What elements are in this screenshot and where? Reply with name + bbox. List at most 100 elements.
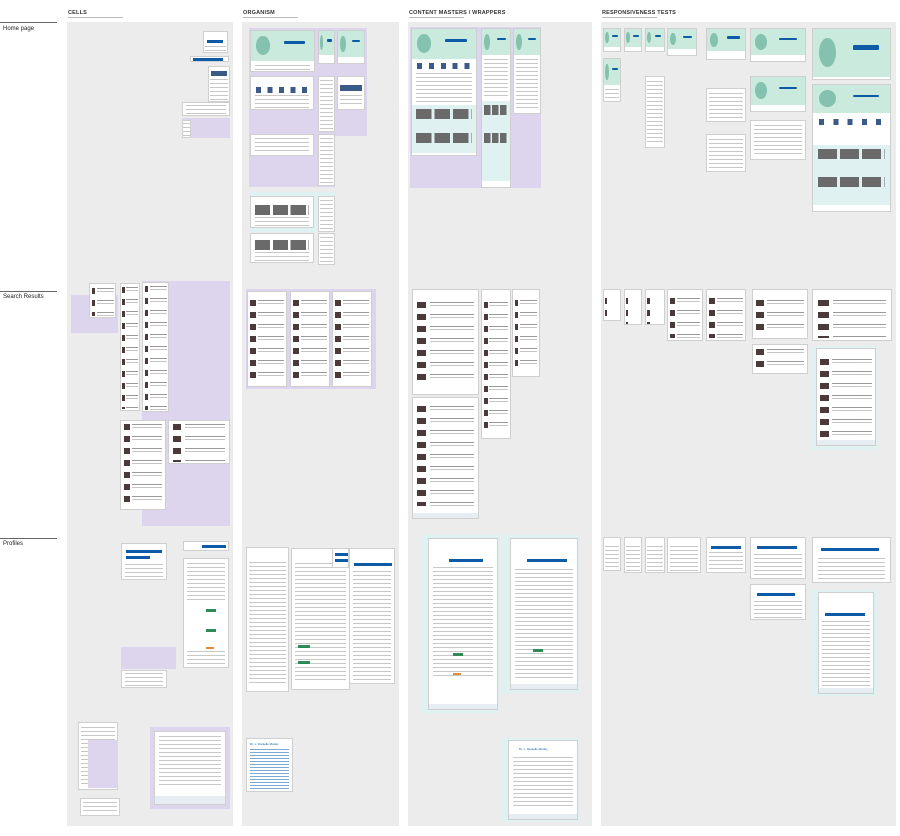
resp-frame-home[interactable] xyxy=(667,28,697,56)
column-underline xyxy=(68,17,123,18)
row-label-search-results: Search Results xyxy=(3,294,44,300)
cell-frame[interactable] xyxy=(168,420,230,464)
organism-frame-results[interactable] xyxy=(247,291,287,387)
cell-frame[interactable] xyxy=(203,31,228,53)
profile-name: Dr. L. Danielle Marley xyxy=(519,747,548,751)
organism-frame-hero[interactable] xyxy=(250,30,315,72)
organism-frame-cars-2[interactable] xyxy=(250,233,314,263)
resp-frame-search[interactable] xyxy=(752,289,808,339)
resp-frame-profile[interactable] xyxy=(812,537,891,583)
column-title-content-masters: CONTENT MASTERS / WRAPPERS xyxy=(409,10,506,16)
content-frame-home-mobile[interactable] xyxy=(481,28,511,188)
resp-frame-home-desktop[interactable] xyxy=(812,84,891,212)
resp-frame-search[interactable] xyxy=(706,289,746,341)
cell-frame[interactable] xyxy=(182,102,230,116)
resp-frame-menu[interactable] xyxy=(645,76,665,148)
cell-frame[interactable] xyxy=(183,541,229,551)
content-frame-home-tablet[interactable] xyxy=(513,28,541,114)
resp-frame-profile[interactable] xyxy=(603,537,621,571)
resp-frame-search[interactable] xyxy=(603,289,621,321)
organism-frame-cars[interactable] xyxy=(250,196,314,228)
organism-frame-icons-mobile[interactable] xyxy=(318,76,335,132)
row-label-home-page: Home page xyxy=(3,26,35,32)
row-divider-profiles xyxy=(0,538,57,539)
organism-frame-results[interactable] xyxy=(290,291,330,387)
organism-frame-results[interactable] xyxy=(332,291,372,387)
resp-frame-search-desktop[interactable] xyxy=(816,348,876,446)
resp-frame-search[interactable] xyxy=(645,289,665,325)
column-underline xyxy=(243,17,298,18)
column-title-organism: ORGANISM xyxy=(243,10,275,16)
column-underline xyxy=(602,17,657,18)
cell-frame[interactable] xyxy=(190,56,229,62)
cell-frame[interactable] xyxy=(183,558,229,668)
cell-frame[interactable] xyxy=(120,420,166,510)
resp-frame-search[interactable] xyxy=(624,289,642,325)
resp-frame-home[interactable] xyxy=(812,28,891,80)
content-frame-search-tablet[interactable] xyxy=(512,289,540,377)
resp-frame-home-mobile[interactable] xyxy=(603,58,621,102)
cell-purple-group xyxy=(88,740,118,788)
resp-frame-home[interactable] xyxy=(645,28,665,52)
organism-frame-profile[interactable] xyxy=(291,548,350,690)
organism-frame-profile[interactable] xyxy=(246,547,289,692)
organism-frame-hero-medium[interactable] xyxy=(337,30,365,64)
column-title-cells: CELLS xyxy=(68,10,88,16)
row-divider-search xyxy=(0,291,57,292)
cell-frame[interactable] xyxy=(208,66,230,102)
content-frame-search-desktop[interactable] xyxy=(412,289,479,395)
cell-purple-group xyxy=(121,647,176,669)
profile-name: Dr. L. Danielle Marley xyxy=(250,742,279,746)
organism-frame-hero-small[interactable] xyxy=(318,30,335,64)
resp-frame-profile[interactable] xyxy=(750,584,806,620)
content-frame-profile-desktop[interactable] xyxy=(428,538,498,710)
organism-frame-cars-mobile[interactable] xyxy=(318,196,335,232)
column-underline xyxy=(409,17,464,18)
organism-frame-profile-list[interactable]: Dr. L. Danielle Marley xyxy=(246,738,293,792)
organism-frame-profile[interactable] xyxy=(349,548,395,684)
content-frame-search-desktop-2[interactable] xyxy=(412,397,479,519)
cell-frame[interactable] xyxy=(80,798,120,816)
resp-frame-profile-desktop[interactable] xyxy=(818,592,874,694)
column-header-cells: CELLS xyxy=(68,10,123,18)
organism-frame-specialties-mobile[interactable] xyxy=(318,134,335,186)
cell-frame[interactable] xyxy=(120,283,140,411)
cell-frame[interactable] xyxy=(142,282,169,412)
resp-frame-menu[interactable] xyxy=(706,88,746,122)
resp-frame-home[interactable] xyxy=(624,28,642,52)
cell-frame[interactable] xyxy=(121,670,167,688)
organism-frame-cars-mobile-2[interactable] xyxy=(318,233,335,265)
organism-frame-profile-buttons[interactable] xyxy=(332,548,349,568)
content-frame-home-desktop[interactable] xyxy=(411,28,477,156)
organism-frame-specialties[interactable] xyxy=(250,134,314,156)
column-header-responsiveness: RESPONSIVENESS TESTS xyxy=(602,10,676,18)
organism-frame-icons-tablet[interactable] xyxy=(337,76,365,110)
resp-frame-search[interactable] xyxy=(667,289,703,341)
organism-frame-icons[interactable] xyxy=(250,76,314,110)
resp-frame-home[interactable] xyxy=(750,28,806,62)
content-frame-search-mobile[interactable] xyxy=(481,289,511,439)
cell-frame[interactable] xyxy=(89,283,116,318)
resp-frame-profile[interactable] xyxy=(750,537,806,579)
resp-frame-profile[interactable] xyxy=(706,537,746,573)
resp-frame-home[interactable] xyxy=(706,28,746,60)
resp-frame-menu[interactable] xyxy=(750,120,806,160)
content-frame-profile-tablet[interactable] xyxy=(510,538,578,690)
content-frame-profile-list[interactable]: Dr. L. Danielle Marley xyxy=(508,740,578,820)
resp-frame-profile[interactable] xyxy=(645,537,665,573)
resp-frame-profile[interactable] xyxy=(624,537,642,573)
resp-frame-search[interactable] xyxy=(812,289,892,341)
resp-frame-menu[interactable] xyxy=(706,134,746,172)
resp-frame-search[interactable] xyxy=(752,344,808,374)
row-divider-home xyxy=(0,22,57,23)
resp-frame-home-tablet[interactable] xyxy=(750,76,806,112)
cell-frame[interactable] xyxy=(182,120,191,138)
column-title-responsiveness: RESPONSIVENESS TESTS xyxy=(602,10,676,16)
column-header-content-masters: CONTENT MASTERS / WRAPPERS xyxy=(409,10,506,18)
resp-frame-profile[interactable] xyxy=(667,537,701,573)
column-header-organism: ORGANISM xyxy=(243,10,298,18)
row-label-profiles: Profiles xyxy=(3,541,24,547)
cell-frame[interactable] xyxy=(154,731,226,805)
cell-frame[interactable] xyxy=(121,543,167,580)
resp-frame-home[interactable] xyxy=(603,28,621,52)
